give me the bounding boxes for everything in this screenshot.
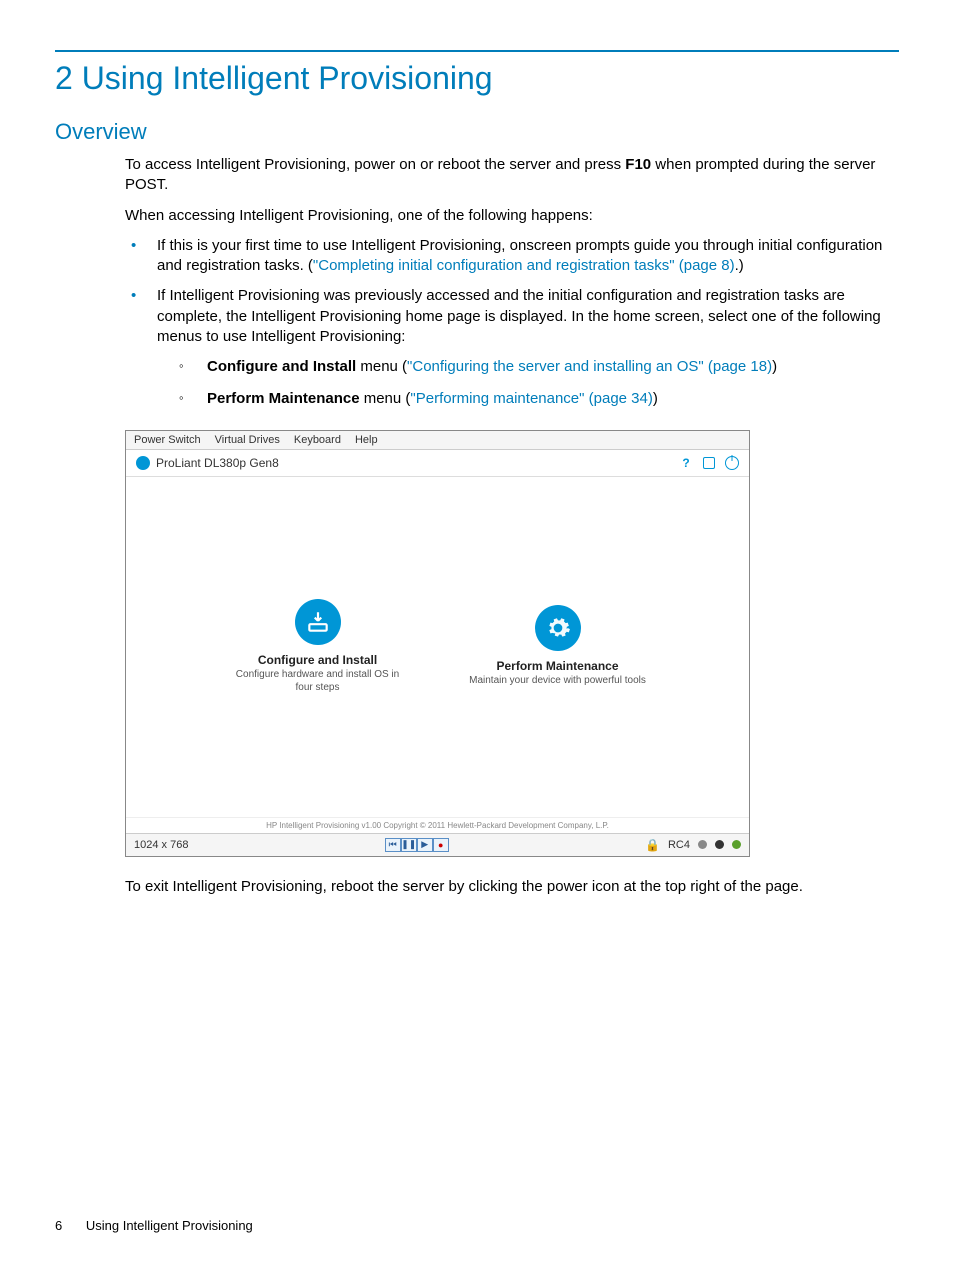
top-rule: [55, 50, 899, 52]
s1-mid: menu (: [356, 358, 407, 375]
screenshot: Power Switch Virtual Drives Keyboard Hel…: [125, 430, 750, 857]
p1-text-a: To access Intelligent Provisioning, powe…: [125, 156, 625, 173]
playback-controls: ⏮ ❚❚ ▶ ●: [385, 838, 449, 852]
shot-titlebar: ProLiant DL380p Gen8 ?: [126, 450, 749, 477]
record-button[interactable]: ●: [433, 838, 449, 852]
tile2-desc: Maintain your device with powerful tools: [468, 675, 648, 688]
bullet-2: If Intelligent Provisioning was previous…: [125, 286, 899, 409]
s1-link[interactable]: "Configuring the server and installing a…: [407, 358, 772, 375]
menu-virtual-drives[interactable]: Virtual Drives: [215, 434, 280, 446]
shot-title-icons: ?: [679, 456, 739, 470]
menu-help[interactable]: Help: [355, 434, 378, 446]
paragraph-1: To access Intelligent Provisioning, powe…: [125, 155, 899, 196]
status-resolution: 1024 x 768: [134, 839, 188, 851]
s2-mid: menu (: [360, 390, 411, 407]
footer-title: Using Intelligent Provisioning: [86, 1218, 253, 1233]
menu-power-switch[interactable]: Power Switch: [134, 434, 201, 446]
shot-menubar: Power Switch Virtual Drives Keyboard Hel…: [126, 431, 749, 450]
paragraph-2: When accessing Intelligent Provisioning,…: [125, 206, 899, 226]
shot-copyright: HP Intelligent Provisioning v1.00 Copyri…: [126, 817, 749, 833]
server-model: ProLiant DL380p Gen8: [156, 456, 279, 470]
tile-perform-maintenance[interactable]: Perform Maintenance Maintain your device…: [468, 605, 648, 688]
menu-keyboard[interactable]: Keyboard: [294, 434, 341, 446]
page-number: 6: [55, 1218, 62, 1233]
page-footer: 6 Using Intelligent Provisioning: [55, 1218, 253, 1233]
gear-icon: [535, 605, 581, 651]
pause-button[interactable]: ❚❚: [401, 838, 417, 852]
sub-2: Perform Maintenance menu ("Performing ma…: [157, 389, 899, 409]
chapter-title: 2 Using Intelligent Provisioning: [55, 60, 899, 97]
tile1-title: Configure and Install: [228, 653, 408, 667]
b2-text: If Intelligent Provisioning was previous…: [157, 287, 881, 345]
b1-link[interactable]: "Completing initial configuration and re…: [313, 257, 735, 274]
hp-logo-icon: [136, 456, 150, 470]
body-content: To access Intelligent Provisioning, powe…: [125, 155, 899, 410]
status-rc: RC4: [668, 839, 690, 851]
bullet-list: If this is your first time to use Intell…: [125, 236, 899, 410]
status-dot-2: [715, 840, 724, 849]
tile2-title: Perform Maintenance: [468, 659, 648, 673]
s1-bold: Configure and Install: [207, 358, 356, 375]
key-f10: F10: [625, 156, 651, 173]
tile-configure-install[interactable]: Configure and Install Configure hardware…: [228, 599, 408, 694]
s2-bold: Perform Maintenance: [207, 390, 360, 407]
b1-text-b: .): [735, 257, 744, 274]
s1-end: ): [772, 358, 777, 375]
sub-list: Configure and Install menu ("Configuring…: [157, 357, 899, 410]
bullet-1: If this is your first time to use Intell…: [125, 236, 899, 277]
status-dot-1: [698, 840, 707, 849]
section-title: Overview: [55, 119, 899, 145]
s2-end: ): [653, 390, 658, 407]
status-dot-3: [732, 840, 741, 849]
shot-main: Configure and Install Configure hardware…: [126, 477, 749, 817]
shot-statusbar: 1024 x 768 ⏮ ❚❚ ▶ ● 🔒 RC4: [126, 833, 749, 856]
lock-icon: 🔒: [645, 838, 660, 852]
s2-link[interactable]: "Performing maintenance" (page 34): [410, 390, 652, 407]
fullscreen-icon[interactable]: [703, 457, 715, 469]
rewind-button[interactable]: ⏮: [385, 838, 401, 852]
install-icon: [295, 599, 341, 645]
help-icon[interactable]: ?: [679, 456, 693, 470]
status-right: 🔒 RC4: [645, 838, 741, 852]
power-icon[interactable]: [725, 456, 739, 470]
paragraph-3: To exit Intelligent Provisioning, reboot…: [125, 877, 899, 897]
body-content-2: To exit Intelligent Provisioning, reboot…: [125, 877, 899, 897]
sub-1: Configure and Install menu ("Configuring…: [157, 357, 899, 377]
shot-title-left: ProLiant DL380p Gen8: [136, 456, 279, 470]
play-button[interactable]: ▶: [417, 838, 433, 852]
tile1-desc: Configure hardware and install OS in fou…: [228, 669, 408, 694]
